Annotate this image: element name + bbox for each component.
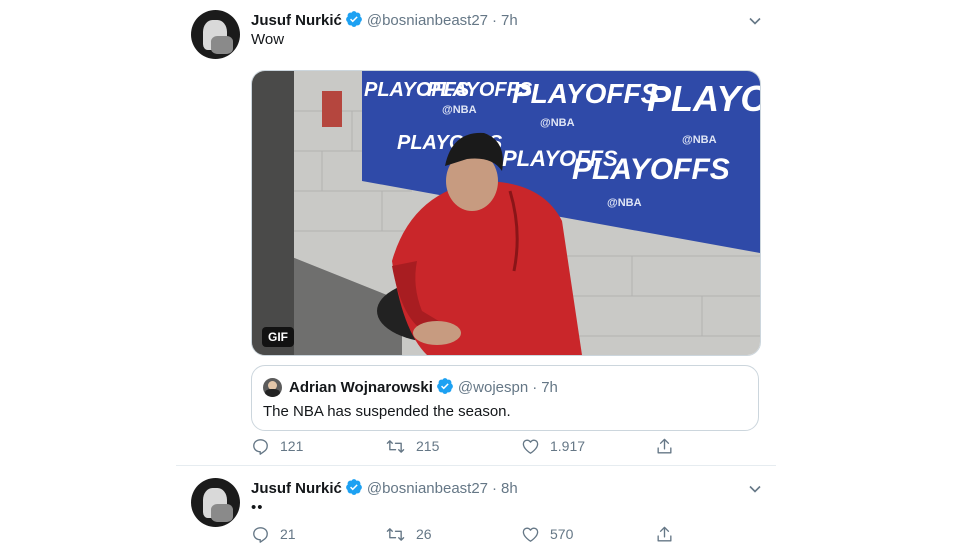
reply-count: 121 <box>280 438 304 454</box>
verified-icon <box>436 377 454 401</box>
author-name: Adrian Wojnarowski <box>289 379 433 396</box>
avatar <box>263 378 282 397</box>
verified-icon <box>345 478 363 502</box>
gif-badge: GIF <box>262 327 294 347</box>
banner-text: PLAYOFFS <box>512 78 660 109</box>
banner-sub: @NBA <box>442 104 477 116</box>
handle[interactable]: @bosnianbeast27 <box>367 480 488 497</box>
banner-text: PLAYOFFS <box>572 153 730 186</box>
retweet-count: 26 <box>416 526 432 542</box>
reply-button[interactable]: 121 <box>251 435 303 457</box>
share-icon <box>657 526 672 542</box>
like-count: 1.917 <box>550 438 586 454</box>
chevron-down-icon[interactable] <box>748 482 762 501</box>
like-button[interactable]: 570 <box>521 523 573 545</box>
tweet[interactable]: Jusuf Nurkić @bosnianbeast27 · 8h •• 21 26 … <box>176 478 776 550</box>
retweet-count: 215 <box>416 438 440 454</box>
timestamp[interactable]: 7h <box>501 12 518 29</box>
tweet-actions: 121 215 1.917 <box>251 435 761 457</box>
avatar[interactable] <box>191 478 240 527</box>
chevron-down-icon[interactable] <box>748 14 762 33</box>
timestamp[interactable]: 8h <box>501 480 518 497</box>
tweet-text: Wow <box>251 31 285 48</box>
reply-button[interactable]: 21 <box>251 523 296 545</box>
timeline: Jusuf Nurkić @bosnianbeast27 · 7h Wow PL… <box>176 0 776 550</box>
like-button[interactable]: 1.917 <box>521 435 585 457</box>
gif-frame: PLAYOFFS PLAYOFFS PLAYOFFS PLAYOFF PLAYO… <box>252 71 760 355</box>
quoted-tweet-text: The NBA has suspended the season. <box>263 403 511 420</box>
banner-text: PLAYOFF <box>647 78 760 119</box>
share-button[interactable] <box>655 523 674 545</box>
tweet-actions: 21 26 570 <box>251 523 761 545</box>
reply-count: 21 <box>280 526 296 542</box>
author-name[interactable]: Jusuf Nurkić <box>251 480 342 497</box>
timestamp: 7h <box>541 379 558 396</box>
retweet-icon <box>386 439 405 453</box>
tweet-header: Jusuf Nurkić @bosnianbeast27 · 8h <box>251 478 518 502</box>
tweet-text: •• <box>251 499 264 516</box>
share-icon <box>657 438 672 454</box>
banner-sub: @NBA <box>607 197 642 209</box>
tweet-header: Jusuf Nurkić @bosnianbeast27 · 7h <box>251 10 518 34</box>
share-button[interactable] <box>655 435 674 457</box>
like-count: 570 <box>550 526 574 542</box>
separator: · <box>492 12 498 29</box>
verified-icon <box>345 10 363 34</box>
separator: · <box>492 480 498 497</box>
heart-icon <box>522 438 539 454</box>
avatar[interactable] <box>191 10 240 59</box>
heart-icon <box>522 526 539 542</box>
gif-media[interactable]: PLAYOFFS PLAYOFFS PLAYOFFS PLAYOFF PLAYO… <box>251 70 761 356</box>
retweet-icon <box>386 527 405 541</box>
banner-sub: @NBA <box>682 134 717 146</box>
author-name[interactable]: Jusuf Nurkić <box>251 12 342 29</box>
separator: · <box>532 379 538 396</box>
retweet-button[interactable]: 26 <box>385 523 432 545</box>
tweet[interactable]: Jusuf Nurkić @bosnianbeast27 · 7h Wow PL… <box>176 10 776 470</box>
reply-icon <box>253 526 268 543</box>
handle[interactable]: @bosnianbeast27 <box>367 12 488 29</box>
quoted-tweet-header: Adrian Wojnarowski @wojespn · 7h <box>289 377 558 401</box>
quoted-tweet[interactable]: Adrian Wojnarowski @wojespn · 7h The NBA ha… <box>251 365 759 431</box>
handle: @wojespn <box>457 379 529 396</box>
retweet-button[interactable]: 215 <box>385 435 439 457</box>
reply-icon <box>253 438 268 455</box>
banner-sub: @NBA <box>540 117 575 129</box>
tweet-divider <box>176 465 776 466</box>
